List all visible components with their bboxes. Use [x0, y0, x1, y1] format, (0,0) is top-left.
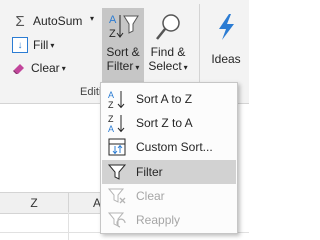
svg-text:A: A — [109, 14, 117, 26]
autosum-label: AutoSum — [33, 14, 83, 28]
menu-item-custom-sort[interactable]: Custom Sort... — [102, 135, 236, 159]
sort-filter-icon: A Z — [107, 12, 139, 42]
fill-label: Fill — [33, 38, 49, 52]
menu-item-label: Reapply — [136, 213, 181, 227]
find-select-label-line2: Select ▾ — [148, 59, 188, 73]
gridline — [68, 212, 69, 240]
menu-item-label: Sort Z to A — [136, 116, 193, 130]
autosum-dropdown[interactable]: ▾ — [90, 14, 94, 23]
svg-text:A: A — [108, 124, 114, 133]
fill-dropdown-icon: ▾ — [50, 40, 55, 50]
menu-item-label: Clear — [136, 189, 165, 203]
clear-filter-icon — [104, 184, 130, 208]
lightning-icon — [211, 12, 241, 42]
sort-z-to-a-icon: Z A — [104, 111, 130, 135]
sort-filter-button[interactable]: A Z Sort & Filter ▾ — [102, 8, 144, 82]
svg-text:A: A — [108, 90, 114, 100]
find-select-label-line1: Find & — [150, 45, 186, 59]
custom-sort-icon — [104, 135, 130, 159]
menu-item-clear[interactable]: Clear — [102, 184, 236, 208]
menu-item-reapply[interactable]: Reapply — [102, 208, 236, 232]
reapply-icon — [104, 208, 130, 232]
menu-item-label: Filter — [136, 165, 163, 179]
svg-text:Z: Z — [109, 28, 116, 40]
clear-dropdown-icon: ▾ — [61, 63, 66, 73]
sort-filter-label-line2: Filter ▾ — [106, 59, 140, 73]
column-header-z[interactable]: Z — [0, 192, 69, 214]
fill-button[interactable]: ↓ Fill ▾ — [12, 35, 54, 55]
clear-label: Clear — [31, 61, 60, 75]
sort-filter-menu: A Z Sort A to Z Z A Sort Z to A Custom S… — [100, 82, 238, 234]
ideas-button[interactable]: Ideas — [206, 8, 246, 82]
menu-item-label: Custom Sort... — [136, 140, 213, 154]
autosum-icon: Σ — [15, 12, 25, 30]
filter-icon — [104, 160, 130, 184]
editing-group-label: Editi — [80, 86, 102, 98]
sort-a-to-z-icon: A Z — [104, 87, 130, 111]
find-select-button[interactable]: Find & Select ▾ — [146, 8, 190, 82]
clear-button[interactable]: Clear ▾ — [12, 58, 66, 78]
ideas-label: Ideas — [211, 52, 241, 66]
svg-text:Z: Z — [108, 100, 114, 109]
sort-filter-label-line1: Sort & — [106, 45, 140, 59]
fill-icon: ↓ — [12, 37, 28, 53]
menu-item-sort-z-to-a[interactable]: Z A Sort Z to A — [102, 111, 236, 135]
autosum-button[interactable]: Σ AutoSum — [12, 11, 82, 31]
menu-item-sort-a-to-z[interactable]: A Z Sort A to Z — [102, 87, 236, 111]
magnifier-icon — [152, 12, 184, 42]
svg-text:Z: Z — [108, 114, 114, 124]
menu-item-filter[interactable]: Filter — [102, 160, 236, 184]
eraser-icon — [12, 61, 26, 75]
menu-item-label: Sort A to Z — [136, 92, 193, 106]
